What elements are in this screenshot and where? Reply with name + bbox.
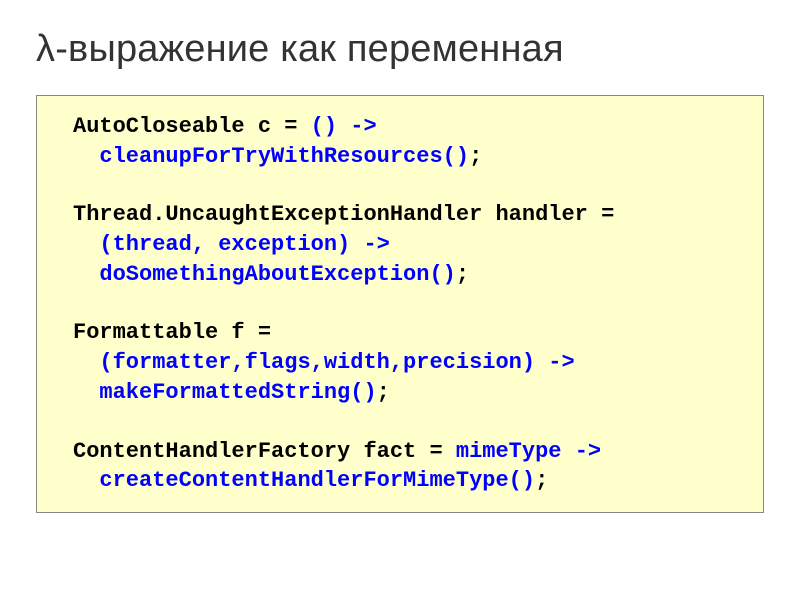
code-spacer [73,232,99,257]
code-block: AutoCloseable c = () -> cleanupForTryWit… [36,95,764,513]
code-line: doSomethingAboutException(); [45,260,755,290]
code-text: ContentHandlerFactory fact = [73,439,456,464]
code-spacer [73,144,99,169]
slide-title: λ-выражение как переменная [36,28,764,71]
code-line: Formattable f = [45,318,755,348]
code-line: cleanupForTryWithResources(); [45,142,755,172]
code-spacer [73,468,99,493]
code-semi: ; [377,380,390,405]
code-text: Thread.UncaughtExceptionHandler handler … [73,202,614,227]
code-spacer [73,350,99,375]
code-lambda: () -> [311,114,377,139]
code-line: createContentHandlerForMimeType(); [45,466,755,496]
code-spacer [73,380,99,405]
code-call: createContentHandlerForMimeType() [99,468,535,493]
blank-line [45,171,755,200]
code-line: ContentHandlerFactory fact = mimeType -> [45,437,755,467]
code-line: makeFormattedString(); [45,378,755,408]
code-text: Formattable f = [73,320,271,345]
code-lambda: (formatter,flags,width,precision) -> [99,350,574,375]
blank-line [45,408,755,437]
code-line: (formatter,flags,width,precision) -> [45,348,755,378]
code-semi: ; [535,468,548,493]
code-lambda: mimeType -> [456,439,601,464]
code-semi: ; [469,144,482,169]
code-semi: ; [456,262,469,287]
code-call: cleanupForTryWithResources() [99,144,469,169]
code-line: Thread.UncaughtExceptionHandler handler … [45,200,755,230]
code-lambda: (thread, exception) -> [99,232,389,257]
code-call: makeFormattedString() [99,380,376,405]
code-line: (thread, exception) -> [45,230,755,260]
code-text: AutoCloseable c = [73,114,311,139]
code-spacer [73,262,99,287]
code-call: doSomethingAboutException() [99,262,455,287]
code-line: AutoCloseable c = () -> [45,112,755,142]
slide: λ-выражение как переменная AutoCloseable… [0,0,800,600]
blank-line [45,289,755,318]
